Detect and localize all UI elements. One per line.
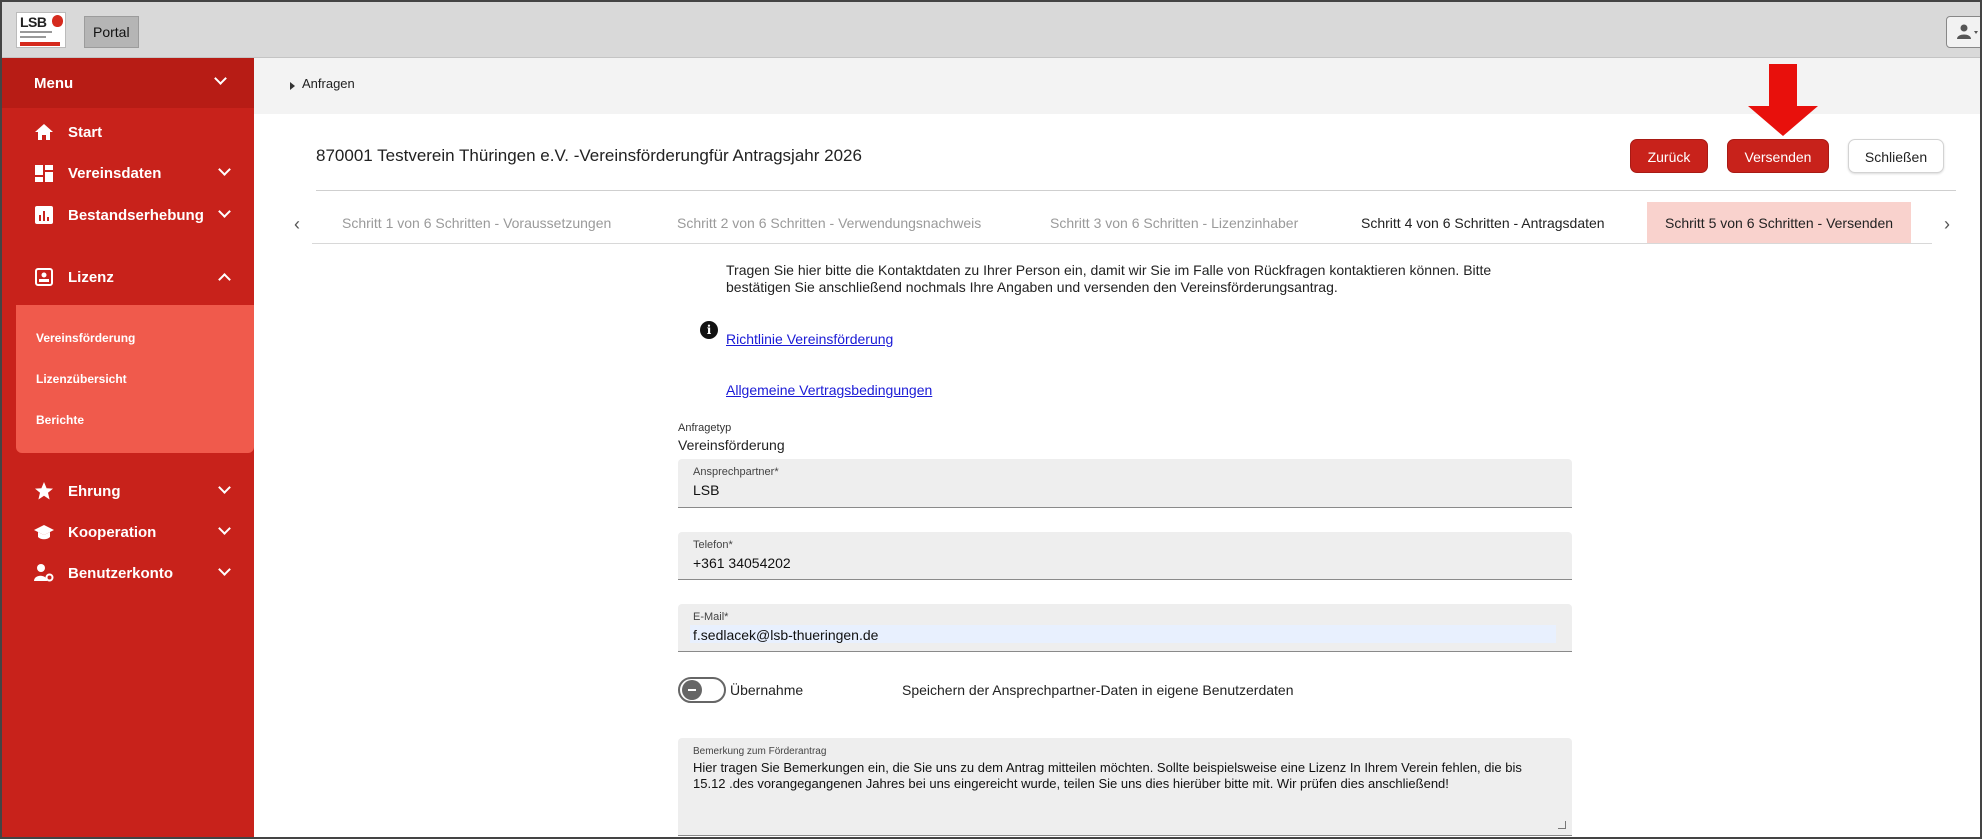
user-settings-icon <box>34 564 54 582</box>
badge-icon <box>35 268 53 286</box>
sidebar-item-label: Ehrung <box>68 483 121 500</box>
chevron-up-icon <box>218 273 231 286</box>
back-button[interactable]: Zurück <box>1630 139 1708 173</box>
sidebar-item-label: Bestandserhebung <box>68 207 204 224</box>
divider <box>316 190 1956 191</box>
bar-chart-icon <box>35 206 53 224</box>
chevron-right-icon[interactable]: › <box>1944 214 1950 235</box>
chevron-down-icon <box>218 205 231 218</box>
sidebar-item-bestandserhebung[interactable]: Bestandserhebung <box>2 195 254 235</box>
sidebar-item-label: Kooperation <box>68 524 157 541</box>
uebernahme-toggle[interactable] <box>678 677 726 703</box>
logo-text: LSB <box>20 14 47 30</box>
chevron-down-icon <box>218 563 231 576</box>
annotation-arrow-icon <box>1769 64 1797 106</box>
close-button[interactable]: Schließen <box>1848 139 1944 173</box>
chevron-down-icon <box>214 72 227 85</box>
sidebar-item-label: Vereinsdaten <box>68 165 162 182</box>
field-value: Hier tragen Sie Bemerkungen ein, die Sie… <box>693 760 1522 791</box>
chevron-down-icon <box>218 522 231 535</box>
lsb-logo[interactable]: LSB <box>16 12 66 48</box>
field-label: E-Mail* <box>693 611 729 623</box>
sidebar-item-label: Benutzerkonto <box>68 565 173 582</box>
annotation-arrow-head <box>1748 106 1818 136</box>
menu-toggle[interactable]: Menu <box>2 58 254 108</box>
breadcrumb: Anfragen <box>254 58 1980 114</box>
tab-step-3[interactable]: Schritt 3 von 6 Schritten - Lizenzinhabe… <box>1050 202 1298 244</box>
dashboard-icon <box>35 165 53 182</box>
info-icon: i <box>700 321 718 339</box>
intro-line: Tragen Sie hier bitte die Kontaktdaten z… <box>726 262 1492 278</box>
field-label: Telefon* <box>693 539 733 551</box>
toggle-knob <box>682 680 702 700</box>
sidebar-item-ehrung[interactable]: Ehrung <box>2 471 254 511</box>
page-title: 870001 Testverein Thüringen e.V. -Verein… <box>316 146 862 165</box>
sidebar-item-lizenz[interactable]: Lizenz <box>2 257 254 297</box>
field-label: Ansprechpartner* <box>693 466 779 478</box>
telefon-field[interactable]: Telefon* +361 34054202 <box>678 532 1572 580</box>
menu-label: Menu <box>34 75 74 92</box>
link-agb[interactable]: Allgemeine Vertragsbedingungen <box>726 382 932 398</box>
graduation-cap-icon <box>34 525 54 540</box>
intro-text: Tragen Sie hier bitte die Kontaktdaten z… <box>726 262 1546 296</box>
anfragetyp-value: Vereinsförderung <box>678 437 785 453</box>
caret-right-icon <box>290 82 295 90</box>
field-value: f.sedlacek@lsb-thueringen.de <box>693 627 879 643</box>
submenu-item-lizenzuebersicht[interactable]: Lizenzübersicht <box>36 372 127 386</box>
logo-flame-icon <box>52 15 63 27</box>
tab-step-2[interactable]: Schritt 2 von 6 Schritten - Verwendungsn… <box>677 202 981 244</box>
sidebar-item-label: Start <box>68 124 103 141</box>
top-bar: LSB Portal <box>2 2 1980 58</box>
ansprechpartner-field[interactable]: Ansprechpartner* LSB <box>678 459 1572 508</box>
submenu-item-vereinsfoerderung[interactable]: Vereinsförderung <box>36 331 135 345</box>
sidebar-item-label: Lizenz <box>68 269 114 286</box>
resize-handle-icon[interactable] <box>1558 821 1566 829</box>
step-tabs: ‹ Schritt 1 von 6 Schritten - Voraussetz… <box>294 202 1964 244</box>
divider <box>312 243 1932 244</box>
star-icon <box>35 482 53 500</box>
tab-step-5[interactable]: Schritt 5 von 6 Schritten - Versenden <box>1647 202 1912 244</box>
tab-step-1[interactable]: Schritt 1 von 6 Schritten - Voraussetzun… <box>342 202 611 244</box>
link-richtlinie[interactable]: Richtlinie Vereinsförderung <box>726 331 893 347</box>
sidebar-item-start[interactable]: Start <box>2 112 254 152</box>
home-icon <box>35 124 53 140</box>
field-label: Bemerkung zum Förderantrag <box>693 746 827 757</box>
portal-button[interactable]: Portal <box>84 16 139 48</box>
app-window: LSB Portal Menu Start Vereinsdaten Besta… <box>0 0 1982 839</box>
sidebar-item-vereinsdaten[interactable]: Vereinsdaten <box>2 153 254 193</box>
chevron-down-icon <box>218 481 231 494</box>
sidebar-item-kooperation[interactable]: Kooperation <box>2 512 254 552</box>
field-value: LSB <box>693 482 720 498</box>
sidebar: Menu Start Vereinsdaten Bestandserhebung… <box>2 58 254 837</box>
toggle-label: Übernahme <box>730 682 804 698</box>
breadcrumb-item[interactable]: Anfragen <box>302 76 355 91</box>
email-field[interactable]: E-Mail* f.sedlacek@lsb-thueringen.de <box>678 604 1572 652</box>
anfragetyp-label: Anfragetyp <box>678 422 732 434</box>
bemerkung-textarea[interactable]: Bemerkung zum Förderantrag Hier tragen S… <box>678 738 1572 836</box>
sidebar-item-benutzerkonto[interactable]: Benutzerkonto <box>2 553 254 593</box>
intro-line: bestätigen Sie anschließend nochmals Ihr… <box>726 279 1338 295</box>
field-value: +361 34054202 <box>693 555 791 571</box>
chevron-left-icon[interactable]: ‹ <box>294 214 300 235</box>
user-icon <box>1957 24 1978 39</box>
submenu-item-berichte[interactable]: Berichte <box>36 413 84 427</box>
toggle-description: Speichern der Ansprechpartner-Daten in e… <box>902 682 1294 698</box>
chevron-down-icon <box>218 163 231 176</box>
tab-step-4[interactable]: Schritt 4 von 6 Schritten - Antragsdaten <box>1361 202 1605 244</box>
user-menu-button[interactable] <box>1946 16 1980 48</box>
lizenz-submenu: Vereinsförderung Lizenzübersicht Bericht… <box>16 305 254 453</box>
send-button[interactable]: Versenden <box>1727 139 1829 173</box>
